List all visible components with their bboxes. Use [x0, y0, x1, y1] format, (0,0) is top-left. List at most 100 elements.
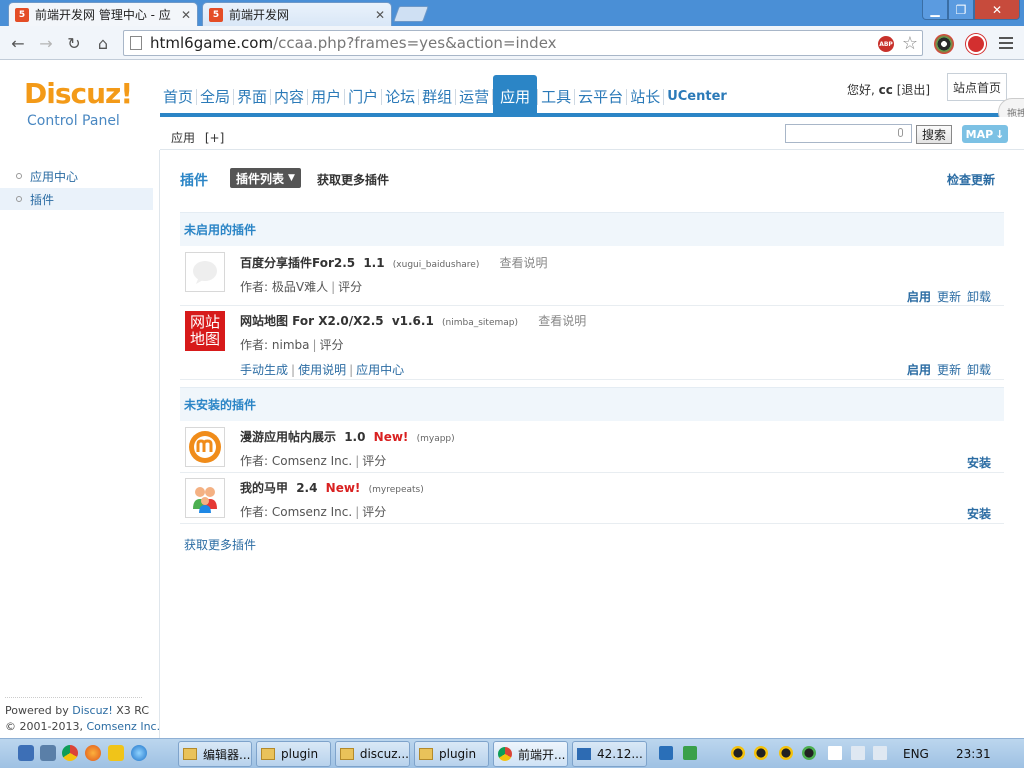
taskbar-button[interactable]: 42.12... — [572, 741, 647, 767]
sub-bar: 应用 [+] 搜索 MAP ↓ — [160, 117, 1024, 150]
breadcrumb-apps[interactable]: 应用 — [171, 131, 195, 145]
update-link[interactable]: 更新 — [937, 290, 961, 304]
close-tab-icon[interactable]: ✕ — [181, 8, 191, 22]
html5-icon: 5 — [15, 7, 29, 22]
nav-home[interactable]: 首页 — [160, 75, 196, 115]
rate-link[interactable]: 评分 — [320, 338, 344, 352]
search-input[interactable] — [785, 124, 912, 143]
plugin-actions: 启用 更新 卸载 — [901, 361, 991, 378]
sidebar-item-plugins[interactable]: 插件 — [0, 188, 153, 210]
qq-icon[interactable] — [802, 746, 816, 760]
logout-link[interactable]: [退出] — [897, 83, 930, 97]
rate-link[interactable]: 评分 — [338, 280, 362, 294]
get-more-plugins-bottom-link[interactable]: 获取更多插件 — [184, 536, 256, 553]
switch-windows-icon[interactable] — [40, 745, 56, 761]
browser-tab-active[interactable]: 5 前端开发网 管理中心 - 应 ✕ — [8, 2, 198, 26]
extension-icon[interactable] — [934, 34, 954, 54]
discuz-link[interactable]: Discuz! — [72, 704, 112, 717]
stop-extension-icon[interactable] — [966, 34, 986, 54]
minimize-button[interactable]: ▁ — [922, 0, 948, 20]
new-badge: New! — [373, 430, 409, 444]
nav-tools[interactable]: 工具 — [538, 75, 574, 115]
ie-tool-icon[interactable] — [108, 745, 124, 761]
uninstall-link[interactable]: 卸载 — [967, 290, 991, 304]
get-more-plugins-link[interactable]: 获取更多插件 — [317, 171, 389, 188]
nav-webmaster[interactable]: 站长 — [627, 75, 663, 115]
add-shortcut-link[interactable]: [+] — [205, 131, 224, 145]
home-icon[interactable]: ⌂ — [93, 33, 113, 53]
close-tab-icon[interactable]: ✕ — [375, 8, 385, 22]
qq-icon[interactable] — [779, 746, 793, 760]
network-monitor-icon[interactable] — [659, 746, 673, 760]
language-indicator[interactable]: ENG — [903, 747, 929, 761]
view-docs-link[interactable]: 查看说明 — [500, 256, 548, 270]
clock[interactable]: 23:31 — [956, 747, 991, 761]
nav-style[interactable]: 界面 — [234, 75, 270, 115]
nav-operation[interactable]: 运营 — [456, 75, 492, 115]
plugin-list-tab[interactable]: 插件列表 ▼ — [230, 168, 301, 188]
chrome-icon[interactable] — [62, 745, 78, 761]
map-button[interactable]: MAP ↓ — [962, 125, 1008, 143]
uninstall-link[interactable]: 卸载 — [967, 363, 991, 377]
close-window-button[interactable]: ✕ — [974, 0, 1020, 20]
firefox-icon[interactable] — [85, 745, 101, 761]
install-link[interactable]: 安装 — [967, 456, 991, 470]
enable-link[interactable]: 启用 — [907, 290, 931, 304]
menu-icon[interactable] — [998, 35, 1014, 51]
plugin-name: 网站地图 For X2.0/X2.5 v1.6.1 (nimba_sitemap… — [240, 312, 586, 329]
reload-icon[interactable]: ↻ — [64, 33, 84, 53]
folder-icon — [261, 748, 275, 760]
taskbar-button[interactable]: plugin — [414, 741, 489, 767]
internet-explorer-icon[interactable] — [131, 745, 147, 761]
divider — [5, 697, 142, 698]
search-button[interactable]: 搜索 — [916, 125, 952, 144]
security-icon[interactable] — [683, 746, 697, 760]
address-bar[interactable]: html6game.com/ccaa.php?frames=yes&action… — [123, 30, 923, 56]
nav-user[interactable]: 用户 — [308, 75, 344, 115]
plugin-links: 手动生成 | 使用说明 | 应用中心 — [240, 363, 405, 377]
star-icon[interactable]: ☆ — [902, 33, 918, 54]
nav-content[interactable]: 内容 — [271, 75, 307, 115]
discuz-logo[interactable]: Discuz! — [24, 77, 133, 110]
nav-forum[interactable]: 论坛 — [382, 75, 418, 115]
rate-link[interactable]: 评分 — [362, 505, 386, 519]
view-docs-link[interactable]: 查看说明 — [538, 314, 586, 328]
generate-link[interactable]: 手动生成 — [240, 363, 288, 377]
nav-group[interactable]: 群组 — [419, 75, 455, 115]
nav-global[interactable]: 全局 — [197, 75, 233, 115]
nav-cloud[interactable]: 云平台 — [575, 75, 626, 115]
site-home-button[interactable]: 站点首页 — [947, 73, 1007, 101]
taskbar-button[interactable]: 编辑器... — [178, 741, 252, 767]
myapp-icon — [189, 431, 221, 463]
network-icon[interactable] — [851, 746, 865, 760]
flag-icon[interactable] — [828, 746, 842, 760]
browser-tab[interactable]: 5 前端开发网 ✕ — [202, 2, 392, 26]
comsenz-link[interactable]: Comsenz Inc. — [86, 720, 160, 733]
taskbar-button[interactable]: 前端开... — [493, 741, 568, 767]
sidebar-item-app-center[interactable]: 应用中心 — [0, 165, 153, 187]
nav-apps[interactable]: 应用 — [493, 75, 538, 115]
install-link[interactable]: 安装 — [967, 507, 991, 521]
check-update-link[interactable]: 检查更新 — [947, 171, 995, 188]
new-tab-button[interactable] — [393, 6, 429, 22]
taskbar-button[interactable]: discuz... — [335, 741, 410, 767]
nav-portal[interactable]: 门户 — [345, 75, 381, 115]
rate-link[interactable]: 评分 — [362, 454, 386, 468]
forward-arrow-icon[interactable]: → — [36, 33, 56, 53]
nav-ucenter[interactable]: UCenter — [664, 75, 730, 115]
taskbar-button[interactable]: plugin — [256, 741, 331, 767]
enable-link[interactable]: 启用 — [907, 363, 931, 377]
adblock-icon[interactable]: ABP — [878, 36, 894, 52]
plugin-image — [185, 252, 225, 292]
show-desktop-icon[interactable] — [18, 745, 34, 761]
volume-icon[interactable] — [873, 746, 887, 760]
app-center-link[interactable]: 应用中心 — [356, 363, 404, 377]
microphone-icon[interactable] — [898, 128, 903, 137]
usage-link[interactable]: 使用说明 — [298, 363, 346, 377]
update-link[interactable]: 更新 — [937, 363, 961, 377]
qq-icon[interactable] — [731, 746, 745, 760]
plugin-name: 我的马甲 2.4 New! (myrepeats) — [240, 479, 424, 496]
qq-icon[interactable] — [754, 746, 768, 760]
maximize-button[interactable]: ❐ — [948, 0, 974, 20]
back-arrow-icon[interactable]: ← — [8, 33, 28, 53]
